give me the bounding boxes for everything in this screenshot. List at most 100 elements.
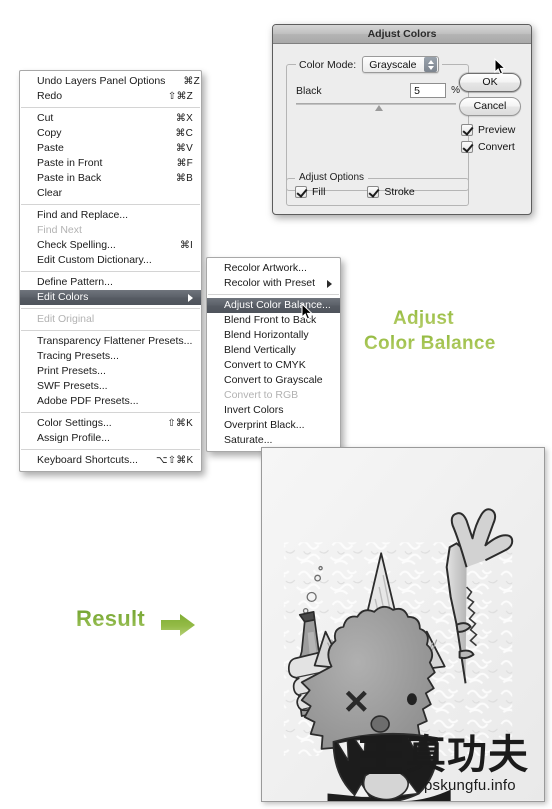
- ok-button[interactable]: OK: [459, 73, 521, 92]
- menu-item-swf-presets[interactable]: SWF Presets...: [20, 379, 201, 394]
- menu-item-find-next: Find Next: [20, 223, 201, 238]
- dialog-body: Color Mode: Grayscale Black % Adjust Opt…: [273, 44, 531, 214]
- menu-item-paste-in-front[interactable]: Paste in Front ⌘F: [20, 156, 201, 171]
- menu-item-redo[interactable]: Redo ⇧⌘Z: [20, 89, 201, 104]
- menu-item-keyboard-shortcuts[interactable]: Keyboard Shortcuts... ⌥⇧⌘K: [20, 453, 201, 468]
- black-slider-thumb[interactable]: [375, 105, 383, 111]
- menu-item-recolor-with-preset[interactable]: Recolor with Preset: [207, 276, 340, 291]
- menu-item-label: Tracing Presets...: [37, 350, 119, 362]
- chevron-updown-icon: [424, 57, 438, 72]
- menu-item-shortcut: ⌘F: [176, 158, 193, 169]
- menu-item-blend-front-to-back[interactable]: Blend Front to Back: [207, 313, 340, 328]
- menu-item-shortcut: ⌘C: [175, 128, 193, 139]
- menu-item-paste-in-back[interactable]: Paste in Back ⌘B: [20, 171, 201, 186]
- color-mode-value: Grayscale: [369, 58, 417, 71]
- menu-item-label: Redo: [37, 90, 63, 102]
- menu-item-edit-original: Edit Original: [20, 312, 201, 327]
- menu-item-recolor-artwork[interactable]: Recolor Artwork...: [207, 261, 340, 276]
- submenu-arrow-icon: [327, 279, 332, 288]
- menu-item-label: Cut: [37, 112, 54, 124]
- color-mode-row: Color Mode: Grayscale: [296, 56, 443, 73]
- menu-item-label: Color Settings...: [37, 417, 112, 429]
- menu-item-label: Blend Horizontally: [224, 329, 309, 341]
- menu-item-transparency-flattener-presets[interactable]: Transparency Flattener Presets...: [20, 334, 201, 349]
- menu-item-define-pattern[interactable]: Define Pattern...: [20, 275, 201, 290]
- stroke-checkbox[interactable]: Stroke: [367, 186, 415, 198]
- menu-item-saturate[interactable]: Saturate...: [207, 433, 340, 448]
- fill-checkbox[interactable]: Fill: [295, 186, 325, 198]
- menu-item-label: Convert to Grayscale: [224, 374, 323, 386]
- menu-item-assign-profile[interactable]: Assign Profile...: [20, 431, 201, 446]
- menu-item-adjust-color-balance[interactable]: Adjust Color Balance...: [207, 298, 340, 313]
- menu-item-label: Paste in Back: [37, 172, 102, 184]
- menu-item-label: Clear: [37, 187, 63, 199]
- menu-item-convert-to-cmyk[interactable]: Convert to CMYK: [207, 358, 340, 373]
- menu-item-clear[interactable]: Clear: [20, 186, 201, 201]
- checkmark-icon: [367, 186, 380, 198]
- menu-item-shortcut: ⌘I: [179, 240, 193, 251]
- menu-item-edit-colors[interactable]: Edit Colors: [20, 290, 201, 305]
- adjust-options-group: Adjust Options Fill Stroke: [286, 172, 469, 206]
- menu-item-undo-layers-panel-options[interactable]: Undo Layers Panel Options ⌘Z: [20, 74, 201, 89]
- menu-separator: [21, 330, 200, 331]
- menu-item-color-settings[interactable]: Color Settings... ⇧⌘K: [20, 416, 201, 431]
- menu-separator: [21, 308, 200, 309]
- menu-item-label: Paste in Front: [37, 157, 103, 169]
- menu-item-convert-to-grayscale[interactable]: Convert to Grayscale: [207, 373, 340, 388]
- annotation-color-balance: Color Balance: [364, 333, 496, 354]
- artwork-frame: 真功夫 pskungfu.info: [261, 447, 545, 802]
- checkmark-icon: [461, 124, 473, 136]
- menu-item-adobe-pdf-presets[interactable]: Adobe PDF Presets...: [20, 394, 201, 409]
- menu-item-shortcut: ⌘B: [175, 173, 193, 184]
- menu-item-label: Convert to RGB: [224, 389, 299, 401]
- menu-item-invert-colors[interactable]: Invert Colors: [207, 403, 340, 418]
- percent-label: %: [451, 85, 460, 96]
- menu-item-blend-vertically[interactable]: Blend Vertically: [207, 343, 340, 358]
- black-input[interactable]: [410, 83, 447, 98]
- menu-item-label: Blend Front to Back: [224, 314, 317, 326]
- menu-item-find-and-replace[interactable]: Find and Replace...: [20, 208, 201, 223]
- menu-item-label: SWF Presets...: [37, 380, 108, 392]
- edit-colors-submenu[interactable]: Recolor Artwork... Recolor with Preset Adj…: [206, 257, 341, 452]
- checkmark-icon: [295, 186, 307, 198]
- menu-separator: [21, 271, 200, 272]
- menu-separator: [21, 107, 200, 108]
- menu-item-copy[interactable]: Copy ⌘C: [20, 126, 201, 141]
- menu-item-cut[interactable]: Cut ⌘X: [20, 111, 201, 126]
- menu-item-print-presets[interactable]: Print Presets...: [20, 364, 201, 379]
- edit-menu[interactable]: Undo Layers Panel Options ⌘Z Redo ⇧⌘Z Cut ⌘X C…: [19, 70, 202, 472]
- annotation-result: Result: [76, 606, 146, 631]
- color-mode-dropdown[interactable]: Grayscale: [362, 56, 440, 73]
- menu-item-convert-to-rgb: Convert to RGB: [207, 388, 340, 403]
- menu-item-label: Convert to CMYK: [224, 359, 306, 371]
- menu-separator: [21, 449, 200, 450]
- menu-item-blend-horizontally[interactable]: Blend Horizontally: [207, 328, 340, 343]
- menu-item-label: Edit Colors: [37, 291, 89, 303]
- checkmark-icon: [461, 141, 473, 153]
- menu-item-label: Recolor Artwork...: [224, 262, 307, 274]
- menu-item-tracing-presets[interactable]: Tracing Presets...: [20, 349, 201, 364]
- menu-separator: [21, 204, 200, 205]
- menu-item-label: Define Pattern...: [37, 276, 113, 288]
- menu-item-shortcut: ⇧⌘Z: [167, 91, 193, 102]
- menu-separator: [21, 412, 200, 413]
- cancel-button[interactable]: Cancel: [459, 97, 521, 116]
- menu-item-shortcut: ⌘X: [175, 113, 193, 124]
- menu-item-label: Print Presets...: [37, 365, 106, 377]
- preview-label: Preview: [478, 124, 516, 136]
- menu-item-label: Find Next: [37, 224, 82, 236]
- adjust-options-row: Fill Stroke: [295, 186, 415, 198]
- menu-item-edit-custom-dictionary[interactable]: Edit Custom Dictionary...: [20, 253, 201, 268]
- annotation-adjust: Adjust: [393, 308, 454, 329]
- menu-item-overprint-black[interactable]: Overprint Black...: [207, 418, 340, 433]
- preview-checkbox[interactable]: Preview: [461, 124, 515, 136]
- arrow-right-icon: [161, 614, 195, 636]
- menu-item-label: Check Spelling...: [37, 239, 116, 251]
- menu-item-check-spelling[interactable]: Check Spelling... ⌘I: [20, 238, 201, 253]
- convert-checkbox[interactable]: Convert: [461, 141, 515, 153]
- menu-item-label: Invert Colors: [224, 404, 284, 416]
- menu-item-paste[interactable]: Paste ⌘V: [20, 141, 201, 156]
- monster-illustration: [262, 448, 544, 801]
- adjust-colors-dialog: Adjust Colors Color Mode: Grayscale Blac…: [272, 24, 532, 215]
- menu-item-label: Saturate...: [224, 434, 273, 446]
